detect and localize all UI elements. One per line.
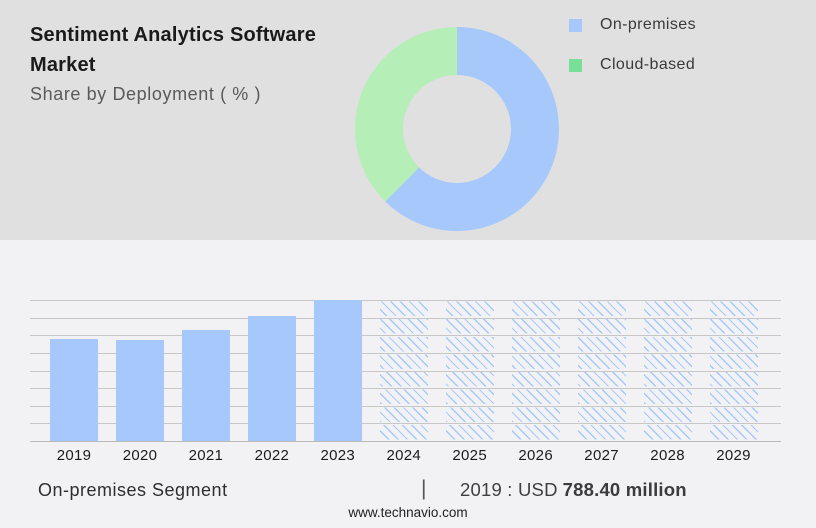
page-title: Sentiment Analytics Software Market xyxy=(30,24,317,76)
bar-2023 xyxy=(313,300,362,441)
segment-value: 2019 : USD 788.40 million xyxy=(460,479,687,501)
x-axis-baseline xyxy=(30,441,781,442)
bar-2021 xyxy=(181,329,230,441)
footer-separator: | xyxy=(421,477,427,500)
bar-2022 xyxy=(247,315,296,441)
segment-value-amount: 788.40 million xyxy=(562,479,687,500)
legend-item-on-premises: On-premises xyxy=(569,12,696,38)
top-section: Sentiment Analytics Software Market Shar… xyxy=(0,0,816,240)
x-axis-label-2026: 2026 xyxy=(518,447,553,464)
x-axis-label-2022: 2022 xyxy=(254,447,290,464)
x-axis-label-2019: 2019 xyxy=(56,447,92,464)
x-axis-label-2021: 2021 xyxy=(188,447,224,464)
segment-value-prefix: 2019 : USD xyxy=(460,479,558,500)
legend-swatch-icon xyxy=(569,58,582,72)
donut-hole xyxy=(403,75,511,183)
website-text: www.technavio.com xyxy=(348,505,468,520)
x-axis-label-2024: 2024 xyxy=(386,447,422,464)
x-axis-label-2020: 2020 xyxy=(122,447,158,464)
segment-label: On-premises Segment xyxy=(38,480,228,500)
infographic-page: Sentiment Analytics Software Market Shar… xyxy=(0,0,816,528)
market-size-bar-chart: 2019 2020 2021 2022 2023 2024 2025 2026 2027 2028… xyxy=(30,300,781,464)
x-axis-label-2023: 2023 xyxy=(320,447,356,464)
bar-2019 xyxy=(50,338,98,441)
chart-legend: On-premises Cloud-based xyxy=(569,12,696,92)
x-axis-label-2028: 2028 xyxy=(650,447,685,464)
deployment-donut-chart xyxy=(355,27,559,231)
legend-item-cloud-based: Cloud-based xyxy=(569,52,696,78)
x-axis-label-2025: 2025 xyxy=(452,447,487,464)
legend-label: Cloud-based xyxy=(600,56,696,73)
legend-label: On-premises xyxy=(600,16,696,33)
gridline xyxy=(30,317,781,319)
bar-2020 xyxy=(116,339,164,441)
gridline xyxy=(30,335,781,337)
legend-swatch-icon xyxy=(569,18,582,32)
title-block: Sentiment Analytics Software Market Shar… xyxy=(30,20,338,105)
x-axis-label-2029: 2029 xyxy=(716,447,751,464)
page-subtitle: Share by Deployment ( % ) xyxy=(30,84,262,104)
x-axis-label-2027: 2027 xyxy=(584,447,619,464)
gridline xyxy=(30,300,781,301)
